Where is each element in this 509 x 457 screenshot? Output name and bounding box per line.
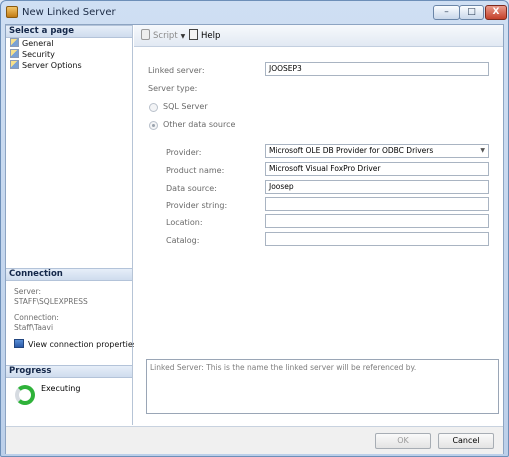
description-panel: Linked Server: This is the name the link… — [146, 359, 499, 414]
provider-dropdown[interactable]: Microsoft OLE DB Provider for ODBC Drive… — [265, 144, 489, 158]
progress-status: Executing — [41, 384, 81, 393]
server-label: Server: — [14, 287, 41, 296]
data-source-label: Data source: — [166, 184, 217, 193]
help-button[interactable]: Help — [189, 29, 220, 43]
server-value: STAFF\SQLEXPRESS — [14, 297, 88, 306]
connection-label: Connection: — [14, 313, 59, 322]
provider-string-input[interactable] — [265, 197, 489, 211]
connection-header: Connection — [6, 268, 132, 281]
catalog-input[interactable] — [265, 232, 489, 246]
window-title: New Linked Server — [22, 7, 116, 18]
title-bar[interactable]: New Linked Server – □ X — [1, 1, 508, 23]
dialog-window: New Linked Server – □ X Select a page Ge… — [0, 0, 509, 457]
server-type-label: Server type: — [148, 84, 198, 93]
data-source-input[interactable]: Joosep — [265, 180, 489, 194]
ok-button[interactable]: OK — [375, 433, 431, 449]
provider-label: Provider: — [166, 148, 202, 157]
minimize-button[interactable]: – — [433, 5, 460, 20]
page-security-label: Security — [22, 50, 55, 59]
button-bar: OK Cancel — [6, 426, 503, 454]
help-icon — [189, 29, 198, 40]
product-name-input[interactable]: Microsoft Visual FoxPro Driver — [265, 162, 489, 176]
linked-server-icon — [6, 6, 18, 18]
properties-icon — [14, 339, 24, 348]
page-server-options[interactable]: Server Options — [10, 60, 82, 72]
other-data-source-radio-label: Other data source — [163, 120, 236, 129]
progress-header: Progress — [6, 365, 132, 378]
view-connection-properties-link[interactable]: View connection properties — [14, 339, 137, 351]
script-button[interactable]: Script ▼ — [141, 29, 185, 43]
chevron-down-icon[interactable]: ▼ — [480, 145, 485, 157]
dialog-client-area: Select a page General Security Server Op… — [5, 24, 504, 454]
page-server-options-label: Server Options — [22, 61, 82, 70]
page-icon — [10, 60, 19, 69]
close-button[interactable]: X — [485, 5, 507, 20]
linked-server-label: Linked server: — [148, 66, 205, 75]
location-label: Location: — [166, 218, 203, 227]
page-general-label: General — [22, 39, 54, 48]
location-input[interactable] — [265, 214, 489, 228]
sql-server-radio[interactable] — [149, 103, 158, 112]
script-label: Script — [153, 31, 178, 41]
linked-server-input[interactable]: JOOSEP3 — [265, 62, 489, 76]
view-connection-properties-label: View connection properties — [28, 340, 137, 349]
maximize-button[interactable]: □ — [459, 5, 484, 20]
help-label: Help — [201, 31, 221, 41]
select-page-header: Select a page — [6, 25, 132, 38]
page-icon — [10, 49, 19, 58]
progress-spinner-icon — [15, 385, 35, 405]
product-name-label: Product name: — [166, 166, 225, 175]
other-data-source-radio[interactable] — [149, 121, 158, 130]
page-icon — [10, 38, 19, 47]
provider-value: Microsoft OLE DB Provider for ODBC Drive… — [269, 146, 434, 155]
provider-string-label: Provider string: — [166, 201, 228, 210]
cancel-button[interactable]: Cancel — [438, 433, 494, 449]
sql-server-radio-label: SQL Server — [163, 102, 208, 111]
script-icon — [141, 29, 150, 40]
chevron-down-icon[interactable]: ▼ — [181, 33, 186, 40]
toolbar: Script ▼ Help — [134, 25, 503, 47]
connection-value: Staff\Taavi — [14, 323, 54, 332]
catalog-label: Catalog: — [166, 236, 200, 245]
right-panel: Script ▼ Help Linked server: JOOSEP3 Serv… — [134, 25, 503, 425]
left-panel: Select a page General Security Server Op… — [6, 25, 137, 425]
